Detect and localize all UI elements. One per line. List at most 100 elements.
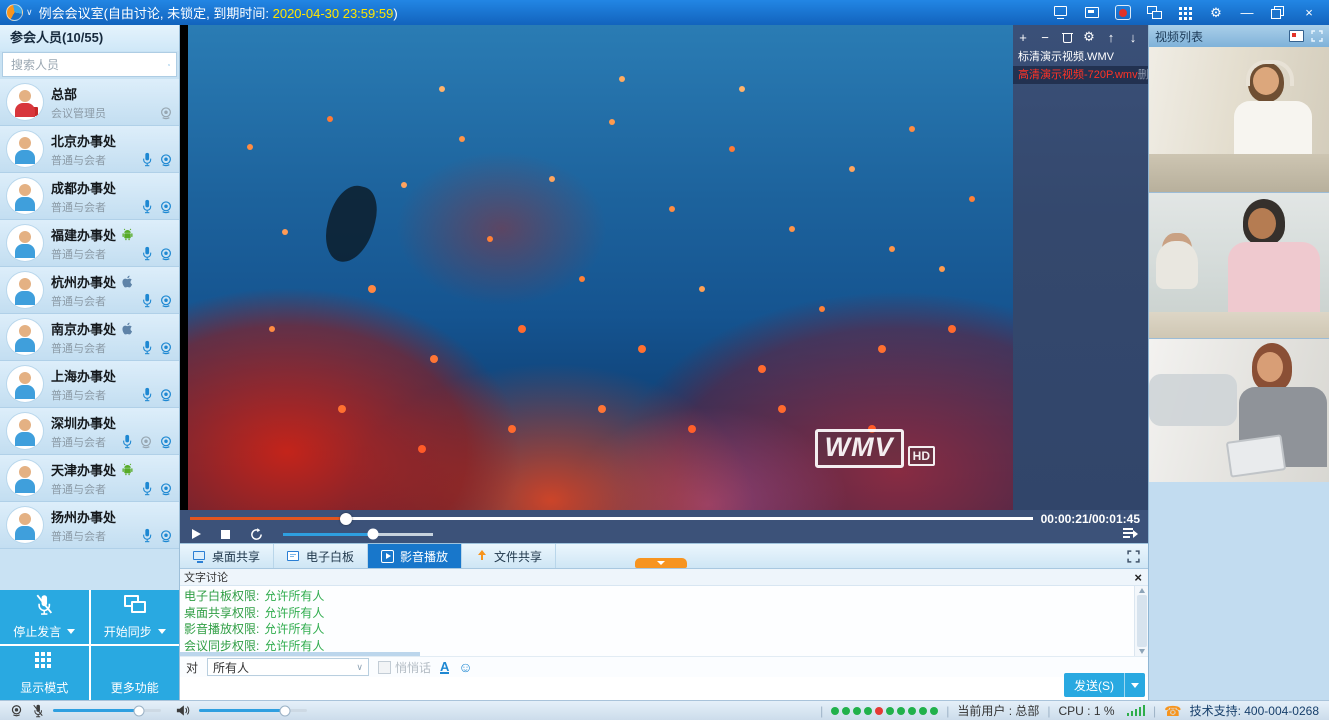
participant-name: 成都办事处 (51, 178, 116, 197)
video-monitor-icon[interactable] (1289, 30, 1304, 42)
feature-tab[interactable]: 桌面共享 (180, 544, 274, 568)
delete-icon[interactable] (1060, 30, 1074, 44)
local-webcam-icon[interactable] (10, 704, 23, 717)
speaker-volume-slider[interactable] (199, 709, 307, 712)
playlist-item[interactable]: 标清演示视频.WMV (1013, 48, 1148, 66)
record-icon[interactable] (1115, 5, 1131, 20)
mic-icon[interactable] (141, 481, 153, 496)
stop-button[interactable] (221, 530, 230, 539)
webcam-icon[interactable] (159, 388, 173, 402)
sync-screens-icon[interactable]: 开始同步 (91, 590, 180, 644)
mic-icon[interactable] (121, 434, 133, 449)
chat-close-icon[interactable]: × (1134, 571, 1142, 584)
participant-row[interactable]: 深圳办事处 普通与会者 (0, 408, 179, 455)
video-list-expand-icon[interactable] (1311, 30, 1323, 42)
participant-row[interactable]: 南京办事处 普通与会者 (0, 314, 179, 361)
app-logo-icon[interactable] (6, 4, 23, 21)
mic-icon[interactable] (141, 246, 153, 261)
webcam-icon[interactable] (159, 482, 173, 496)
recipient-select[interactable]: 所有人∨ (207, 658, 369, 676)
more-dots-icon[interactable]: 更多功能 (91, 646, 180, 700)
logo-dropdown-icon[interactable]: ∨ (26, 7, 33, 18)
seek-handle[interactable] (340, 513, 352, 525)
player-volume-handle[interactable] (368, 529, 379, 540)
cascade-icon[interactable] (1146, 5, 1162, 20)
feature-tab[interactable]: 电子白板 (274, 544, 368, 568)
whisper-checkbox[interactable] (378, 661, 391, 674)
mic-volume-slider[interactable] (53, 709, 161, 712)
camera-video-tile[interactable] (1149, 193, 1329, 339)
seek-bar[interactable] (190, 517, 1033, 520)
remove-icon[interactable]: − (1038, 30, 1052, 44)
feature-tab[interactable]: 文件共享 (462, 544, 556, 568)
mic-icon[interactable] (141, 199, 153, 214)
playlist-settings-icon[interactable]: ⚙ (1082, 30, 1096, 44)
participant-role: 普通与会者 (51, 152, 116, 168)
webcam-icon[interactable] (159, 294, 173, 308)
local-mic-muted-icon[interactable] (32, 704, 44, 718)
scroll-down-icon[interactable] (1139, 649, 1145, 654)
minimize-icon[interactable]: — (1239, 5, 1255, 20)
speaker-volume-handle[interactable] (280, 705, 291, 716)
mic-icon[interactable] (141, 293, 153, 308)
participant-role: 普通与会者 (51, 199, 116, 215)
add-icon[interactable]: + (1016, 30, 1030, 44)
window-layout-icon[interactable] (1084, 5, 1100, 20)
chat-message-input[interactable] (180, 677, 1148, 700)
chat-collapse-handle[interactable] (635, 558, 687, 568)
video-player-stage[interactable]: WMV HD (180, 25, 1013, 510)
participant-row[interactable]: 成都办事处 普通与会者 (0, 173, 179, 220)
webcam-icon[interactable] (159, 435, 173, 449)
webcam-gray-icon[interactable] (159, 106, 173, 120)
mic-icon[interactable] (141, 152, 153, 167)
participant-row[interactable]: 上海办事处 普通与会者 (0, 361, 179, 408)
signal-bars-icon (1127, 705, 1146, 716)
mic-icon[interactable] (141, 340, 153, 355)
camera-video-tile[interactable] (1149, 339, 1329, 485)
delete-item-button[interactable]: 删除 (1138, 66, 1148, 84)
webcam-icon[interactable] (159, 341, 173, 355)
webcam-icon[interactable] (159, 247, 173, 261)
search-input[interactable] (9, 57, 168, 73)
scroll-up-icon[interactable] (1139, 588, 1145, 593)
send-options-icon[interactable] (1124, 673, 1145, 697)
webcam-icon[interactable] (159, 529, 173, 543)
settings-icon[interactable]: ⚙ (1208, 5, 1224, 20)
emoji-icon[interactable]: ☺ (458, 660, 472, 674)
play-button[interactable] (192, 529, 201, 539)
font-style-icon[interactable]: A (440, 661, 449, 674)
mic-icon[interactable] (141, 528, 153, 543)
mic-icon[interactable] (141, 387, 153, 402)
send-button[interactable]: 发送(S) (1064, 673, 1145, 697)
participant-row[interactable]: 天津办事处 普通与会者 (0, 455, 179, 502)
participant-row[interactable]: 总部 会议管理员 (0, 79, 179, 126)
scroll-thumb[interactable] (1137, 595, 1147, 647)
mic-volume-handle[interactable] (134, 705, 145, 716)
chat-scrollbar[interactable] (1134, 586, 1148, 656)
playlist-item[interactable]: 高清演示视频-720P.wmv 删除 (1013, 66, 1148, 84)
maximize-icon[interactable] (1270, 5, 1286, 20)
move-down-icon[interactable]: ↓ (1126, 30, 1140, 44)
camera-video-tile[interactable] (1149, 47, 1329, 193)
webcam-icon[interactable] (159, 200, 173, 214)
fullscreen-expand-icon[interactable] (1127, 544, 1148, 568)
webcam-icon[interactable] (159, 153, 173, 167)
display-grid-icon[interactable]: 显示模式 (0, 646, 89, 700)
participant-row[interactable]: 北京办事处 普通与会者 (0, 126, 179, 173)
close-icon[interactable]: × (1301, 5, 1317, 20)
playlist-queue-icon[interactable] (1123, 527, 1138, 538)
chat-horizontal-scrollbar[interactable] (180, 652, 420, 656)
mic-muted-icon[interactable]: 停止发言 (0, 590, 89, 644)
search-icon[interactable] (168, 58, 170, 72)
player-volume-slider[interactable] (283, 533, 433, 536)
participant-row[interactable]: 杭州办事处 普通与会者 (0, 267, 179, 314)
participant-row[interactable]: 福建办事处 普通与会者 (0, 220, 179, 267)
apps-grid-icon[interactable] (1177, 5, 1193, 20)
webcam-gray-icon[interactable] (139, 435, 153, 449)
replay-button[interactable] (250, 528, 263, 541)
participant-row[interactable]: 扬州办事处 普通与会者 (0, 502, 179, 549)
speaker-icon[interactable] (176, 704, 190, 717)
move-up-icon[interactable]: ↑ (1104, 30, 1118, 44)
screen-share-icon[interactable] (1053, 5, 1069, 20)
feature-tab[interactable]: 影音播放 (368, 544, 462, 568)
